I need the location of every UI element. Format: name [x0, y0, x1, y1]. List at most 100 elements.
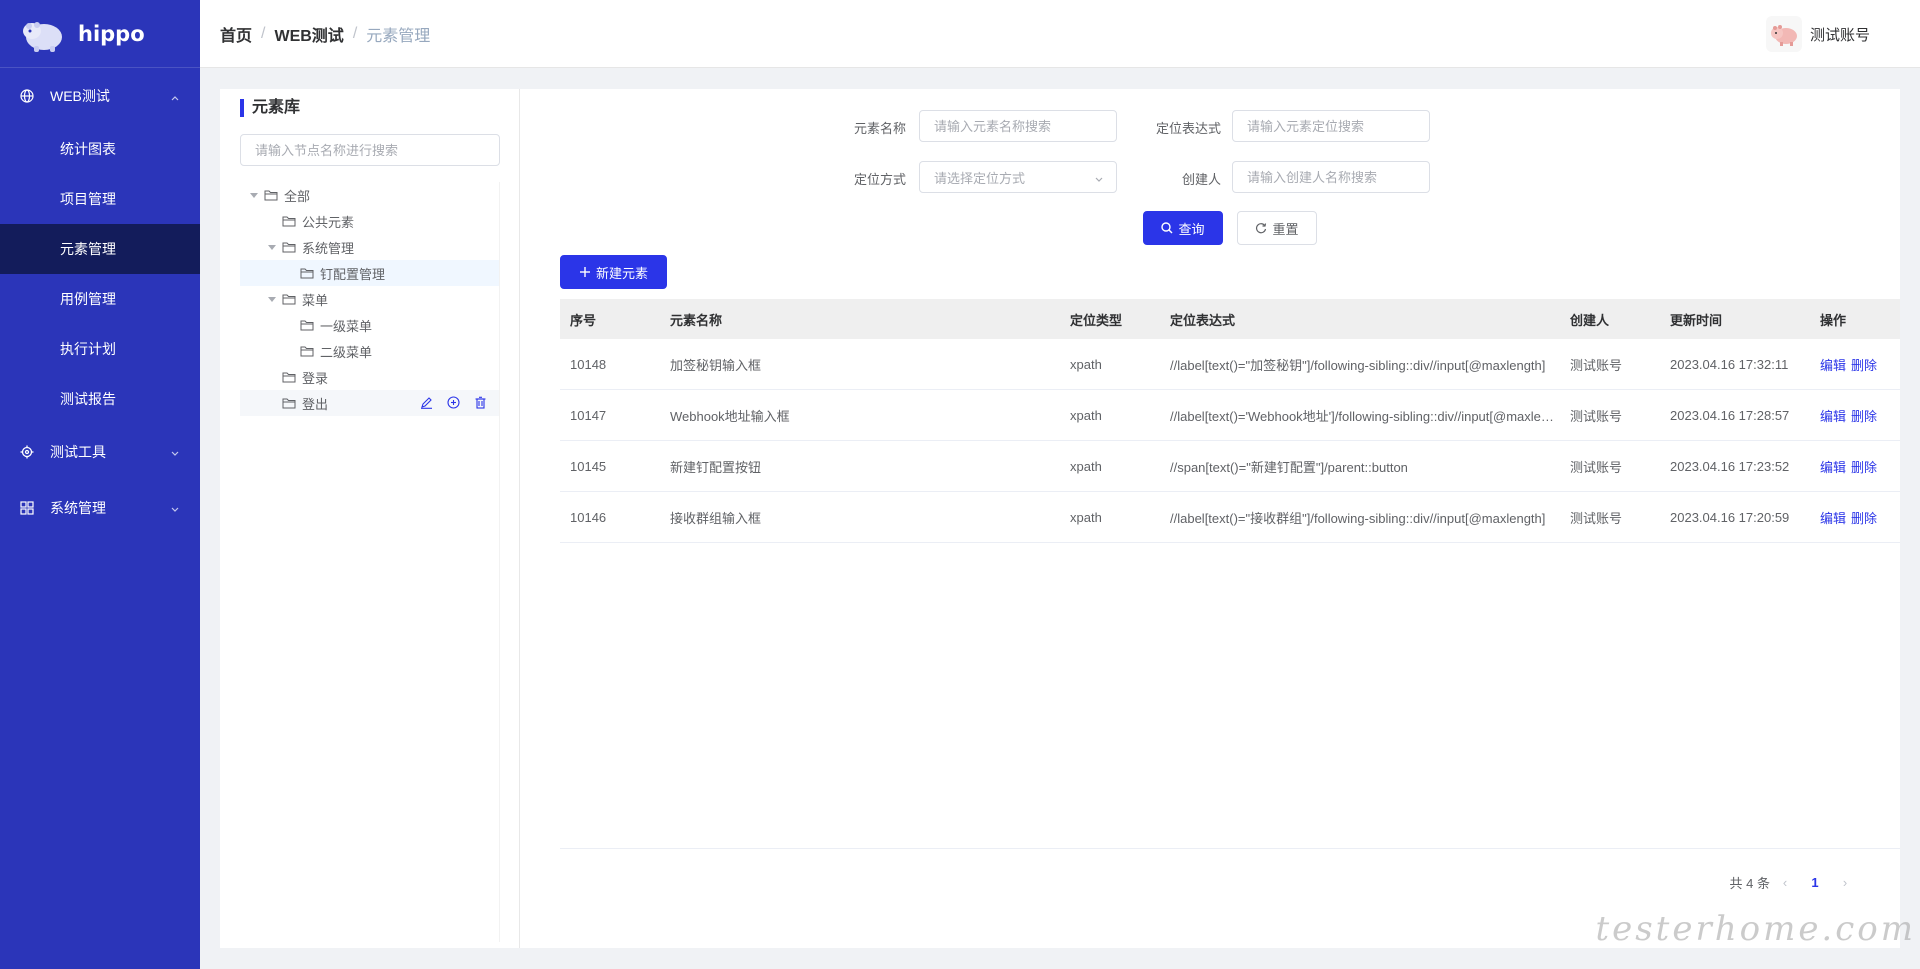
filter-name-label: 元素名称	[853, 121, 906, 136]
query-button[interactable]: 查询	[1143, 211, 1223, 245]
locator-method-select[interactable]: 请选择定位方式	[919, 161, 1117, 193]
sidebar-item-label: 执行计划	[60, 341, 116, 357]
folder-icon	[282, 397, 296, 409]
folder-icon	[282, 293, 296, 305]
grid-icon	[20, 501, 34, 515]
sidebar-item-elements[interactable]: 元素管理	[0, 224, 200, 274]
avatar[interactable]	[1765, 16, 1802, 52]
sidebar-item-projects[interactable]: 项目管理	[0, 174, 200, 224]
tree-node-label: 一级菜单	[320, 318, 373, 334]
tree-node-login[interactable]: 登录	[240, 364, 499, 390]
delete-link[interactable]: 删除	[1851, 511, 1877, 526]
sidebar-item-plans[interactable]: 执行计划	[0, 324, 200, 374]
cell-id: 10148	[570, 356, 607, 372]
sidebar-item-reports[interactable]: 测试报告	[0, 374, 200, 424]
menu-system[interactable]: 系统管理	[0, 480, 200, 536]
folder-icon	[300, 267, 314, 279]
locator-expression-input[interactable]	[1232, 110, 1430, 142]
cell-actions: 编辑 删除	[1810, 406, 1900, 425]
menu-system-label: 系统管理	[50, 500, 106, 516]
breadcrumb-web-test[interactable]: WEB测试	[274, 22, 343, 46]
cell-expression: //label[text()="接收群组"]/following-sibling…	[1170, 510, 1546, 526]
delete-icon[interactable]	[474, 396, 487, 412]
user-menu[interactable]: 测试账号	[1765, 16, 1870, 52]
next-page-icon[interactable]: ›	[1830, 875, 1860, 890]
tree-node-label: 登出	[302, 396, 329, 412]
prev-page-icon[interactable]: ‹	[1770, 875, 1800, 890]
menu-test-tools[interactable]: 测试工具	[0, 424, 200, 480]
element-library-panel: 元素库 全部 公共元素 系统管理 钉配置管理	[220, 89, 520, 948]
folder-icon	[282, 241, 296, 253]
pager-total: 共 4 条	[1729, 876, 1770, 891]
breadcrumb: 首页 / WEB测试 / 元素管理	[220, 22, 430, 46]
tree-node-menu-level1[interactable]: 一级菜单	[240, 312, 499, 338]
query-button-label: 查询	[1178, 221, 1205, 237]
cell-name: 加签秘钥输入框	[670, 357, 762, 373]
breadcrumb-home[interactable]: 首页	[220, 22, 252, 46]
tree-node-system[interactable]: 系统管理	[240, 234, 499, 260]
edit-link[interactable]: 编辑	[1820, 358, 1846, 373]
page-number[interactable]: 1	[1800, 875, 1830, 890]
folder-icon	[282, 371, 296, 383]
caret-down-icon[interactable]	[266, 293, 278, 305]
tree-node-public[interactable]: 公共元素	[240, 208, 499, 234]
new-element-button[interactable]: 新建元素	[560, 255, 667, 289]
sidebar-item-label: 元素管理	[60, 241, 116, 257]
logo[interactable]: hippo	[0, 0, 200, 68]
cell-id: 10145	[570, 458, 607, 474]
col-header: 更新时间	[1670, 312, 1723, 328]
cell-type: xpath	[1070, 407, 1102, 423]
delete-link[interactable]: 删除	[1851, 460, 1877, 475]
tree-search-input[interactable]	[240, 134, 500, 166]
folder-icon	[264, 189, 278, 201]
main-panel: 元素库 全部 公共元素 系统管理 钉配置管理	[220, 89, 1900, 948]
breadcrumb-separator: /	[261, 24, 266, 42]
tree-node-ding-config[interactable]: 钉配置管理	[240, 260, 499, 286]
elements-table: 序号 元素名称 定位类型 定位表达式 创建人 更新时间 操作 10148 加签秘…	[560, 299, 1900, 543]
reset-button-label: 重置	[1272, 221, 1299, 237]
sidebar-item-cases[interactable]: 用例管理	[0, 274, 200, 324]
edit-link[interactable]: 编辑	[1820, 511, 1846, 526]
table-row: 10148 加签秘钥输入框 xpath //label[text()="加签秘钥…	[560, 339, 1900, 390]
element-name-input[interactable]	[919, 110, 1117, 142]
creator-input[interactable]	[1232, 161, 1430, 193]
sidebar-item-label: 统计图表	[60, 141, 116, 157]
col-header: 定位表达式	[1170, 312, 1236, 328]
col-header: 创建人	[1570, 312, 1610, 328]
add-circle-icon[interactable]	[447, 396, 460, 412]
refresh-icon	[1256, 223, 1267, 234]
tree-node-menu[interactable]: 菜单	[240, 286, 499, 312]
tree-node-menu-level2[interactable]: 二级菜单	[240, 338, 499, 364]
cell-updated: 2023.04.16 17:23:52	[1670, 458, 1790, 474]
sidebar-item-stats[interactable]: 统计图表	[0, 124, 200, 174]
content-area: 元素名称 定位表达式 定位方式 请选择定位方式 创建人 查询 重置 新建元素	[540, 89, 1900, 948]
caret-down-icon[interactable]	[248, 189, 260, 201]
user-name: 测试账号	[1809, 26, 1870, 44]
tree-node-logout[interactable]: 登出	[240, 390, 499, 416]
delete-link[interactable]: 删除	[1851, 358, 1877, 373]
delete-link[interactable]: 删除	[1851, 409, 1877, 424]
cell-type: xpath	[1070, 458, 1102, 474]
plus-icon	[579, 267, 590, 277]
tree-node-all[interactable]: 全部	[240, 182, 499, 208]
reset-button[interactable]: 重置	[1237, 211, 1317, 245]
cell-name: 接收群组输入框	[670, 510, 762, 526]
cell-creator: 测试账号	[1570, 408, 1623, 424]
folder-icon	[282, 215, 296, 227]
tree-node-label: 钉配置管理	[320, 266, 386, 282]
tree-title: 元素库	[240, 99, 300, 117]
cell-actions: 编辑 删除	[1810, 355, 1900, 374]
edit-link[interactable]: 编辑	[1820, 409, 1846, 424]
table-header: 序号 元素名称 定位类型 定位表达式 创建人 更新时间 操作	[560, 299, 1900, 339]
new-element-button-label: 新建元素	[595, 265, 648, 281]
cell-name: Webhook地址输入框	[670, 408, 790, 424]
tree-node-label: 菜单	[302, 292, 329, 308]
select-placeholder: 请选择定位方式	[934, 170, 1026, 186]
edit-link[interactable]: 编辑	[1820, 460, 1846, 475]
table-row: 10145 新建钉配置按钮 xpath //span[text()="新建钉配置…	[560, 441, 1900, 492]
menu-web-test[interactable]: WEB测试	[0, 68, 200, 124]
edit-icon[interactable]	[420, 396, 433, 412]
chevron-down-icon	[170, 502, 180, 512]
caret-down-icon[interactable]	[266, 241, 278, 253]
menu-test-tools-label: 测试工具	[50, 444, 106, 460]
